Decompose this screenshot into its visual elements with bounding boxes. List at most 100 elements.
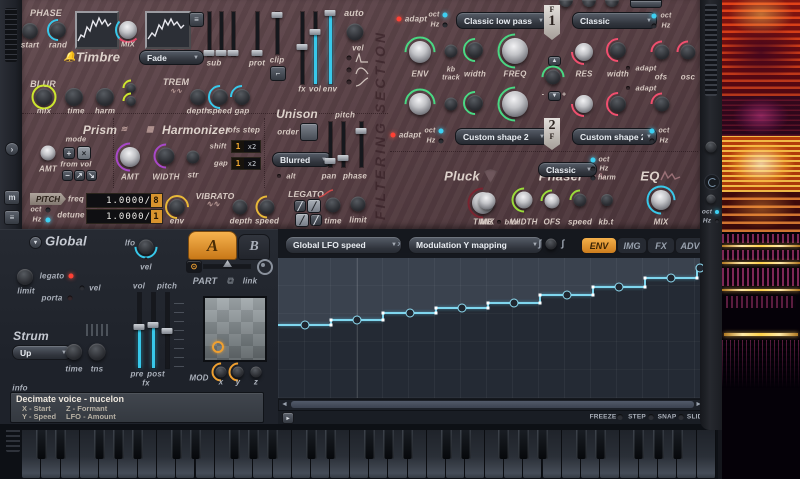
- legato-slide-button-3[interactable]: ╱: [295, 213, 309, 227]
- tab-fx[interactable]: FX: [647, 237, 675, 254]
- vel-curve-led-2[interactable]: [347, 68, 352, 73]
- global-pitch-handle[interactable]: [162, 328, 173, 334]
- black-key[interactable]: [460, 430, 471, 459]
- step-corner-point[interactable]: [330, 324, 333, 327]
- tab-img[interactable]: IMG: [617, 237, 647, 254]
- legato-time-knob[interactable]: [326, 198, 341, 213]
- vel-curve-led-3[interactable]: [347, 80, 352, 85]
- harmonizer-str-knob[interactable]: [187, 151, 200, 164]
- f1-right-hz-radio[interactable]: [652, 24, 657, 29]
- unison-alt-led[interactable]: [277, 174, 281, 178]
- step-corner-point[interactable]: [487, 307, 490, 310]
- smooth-knob[interactable]: [546, 239, 557, 250]
- prism-mode-times-button[interactable]: ×: [77, 146, 91, 160]
- slider-handle[interactable]: [216, 50, 227, 56]
- step-mid-point[interactable]: [696, 264, 704, 273]
- clip-curve-button[interactable]: ⌐: [270, 66, 286, 81]
- f2-kbtrack-knob[interactable]: [445, 98, 458, 111]
- black-key[interactable]: [537, 430, 548, 459]
- part-a-tab[interactable]: A: [188, 231, 237, 260]
- f1-kbtrack-knob[interactable]: [445, 45, 458, 58]
- blur-time-knob[interactable]: [65, 88, 83, 106]
- step-corner-point[interactable]: [696, 277, 699, 280]
- black-key[interactable]: [248, 430, 259, 459]
- black-key[interactable]: [132, 430, 143, 459]
- step-corner-point[interactable]: [539, 294, 542, 297]
- step-corner-point[interactable]: [435, 312, 438, 315]
- f2-shape-dropdown[interactable]: Custom shape 2▼: [455, 128, 550, 145]
- phaser-preset-dropdown[interactable]: Classic▼: [538, 162, 597, 177]
- step-mid-point[interactable]: [510, 299, 519, 308]
- black-key[interactable]: [633, 430, 644, 459]
- pluck-blur-led[interactable]: [497, 220, 501, 224]
- phaser-hz-radio[interactable]: [591, 167, 596, 172]
- unison-order-button[interactable]: [300, 123, 318, 141]
- mod-z-knob[interactable]: [251, 367, 262, 378]
- fx-slider-handle[interactable]: [297, 44, 308, 50]
- step-corner-point[interactable]: [592, 286, 595, 289]
- global-vol-handle[interactable]: [134, 324, 145, 330]
- hscroll-left-arrow[interactable]: ◄: [281, 401, 288, 408]
- black-key[interactable]: [36, 430, 47, 459]
- freq-spinner[interactable]: 1.0000/ 8: [86, 193, 163, 208]
- detune-spinner[interactable]: 1.0000/ 1: [86, 209, 163, 224]
- graph-play-button[interactable]: ▸: [282, 412, 294, 424]
- filter-mix-down-button[interactable]: ▼: [548, 91, 561, 101]
- vol-slider-handle[interactable]: [310, 29, 321, 35]
- step-corner-point[interactable]: [382, 319, 385, 322]
- white-key[interactable]: [697, 430, 716, 478]
- strum-time-knob[interactable]: [66, 344, 82, 360]
- timbre-preset-dropdown[interactable]: Fade▼: [139, 50, 204, 65]
- prism-fromvol-off-button[interactable]: −: [62, 170, 73, 181]
- prism-fromvol-down-button[interactable]: ↘: [86, 170, 97, 181]
- step-corner-point[interactable]: [539, 302, 542, 305]
- prot-slider-handle[interactable]: [252, 50, 263, 56]
- black-key[interactable]: [267, 430, 278, 459]
- mapping-source-dropdown[interactable]: Global LFO speed▼: [285, 236, 402, 254]
- visualizer-eye-button[interactable]: [704, 174, 720, 190]
- legato-limit-knob[interactable]: [351, 197, 366, 212]
- black-key[interactable]: [653, 430, 664, 459]
- f2-oct-radio[interactable]: [439, 129, 444, 134]
- mapping-target-dropdown[interactable]: Modulation Y mapping▼: [408, 236, 543, 254]
- top-cut-button[interactable]: [630, 0, 662, 8]
- step-corner-point[interactable]: [592, 294, 595, 297]
- black-key[interactable]: [113, 430, 124, 459]
- vel-curve-icon-2[interactable]: [355, 65, 369, 75]
- rail-hz-radio[interactable]: [715, 219, 719, 223]
- strum-tns-knob[interactable]: [89, 344, 106, 361]
- black-key[interactable]: [518, 430, 529, 459]
- prism-mode-plus-button[interactable]: +: [63, 147, 75, 159]
- rail-oct-radio[interactable]: [715, 210, 719, 214]
- rail-round-button[interactable]: ›: [5, 142, 19, 156]
- xy-pad-cursor[interactable]: [212, 341, 224, 353]
- black-key[interactable]: [498, 430, 509, 459]
- f1-adapt-led[interactable]: [397, 17, 402, 22]
- f1-oct-radio[interactable]: [443, 13, 448, 18]
- matrix-button[interactable]: m: [4, 190, 20, 205]
- f2-right-hz-radio[interactable]: [650, 139, 655, 144]
- legato-slide-button-2[interactable]: ╱: [307, 199, 321, 213]
- shift-spinner[interactable]: 1 x2: [231, 140, 261, 153]
- right-rail-grip[interactable]: [705, 4, 717, 96]
- step-corner-point[interactable]: [330, 319, 333, 322]
- step-mid-point[interactable]: [458, 304, 467, 313]
- adapt-b-led[interactable]: [626, 86, 630, 90]
- black-key[interactable]: [595, 430, 606, 459]
- sub-slider-handle[interactable]: [204, 50, 215, 56]
- step-toggle[interactable]: [648, 414, 654, 420]
- rail-knob-lower[interactable]: [707, 195, 716, 204]
- timbre-menu-button[interactable]: ≡: [189, 12, 204, 27]
- prism-fromvol-up-button[interactable]: ↗: [74, 170, 85, 181]
- adapt-a-led[interactable]: [626, 66, 630, 70]
- freeze-toggle[interactable]: [617, 414, 623, 420]
- step-corner-point[interactable]: [644, 277, 647, 280]
- unison-phase-handle[interactable]: [356, 128, 367, 134]
- pitch-hz-radio[interactable]: [46, 218, 51, 223]
- part-b-tab[interactable]: B: [238, 234, 270, 260]
- hscroll-thumb[interactable]: [291, 401, 694, 408]
- tab-env[interactable]: ENV: [581, 237, 617, 254]
- black-key[interactable]: [190, 430, 201, 459]
- step-mid-point[interactable]: [300, 321, 309, 330]
- step-corner-point[interactable]: [487, 302, 490, 305]
